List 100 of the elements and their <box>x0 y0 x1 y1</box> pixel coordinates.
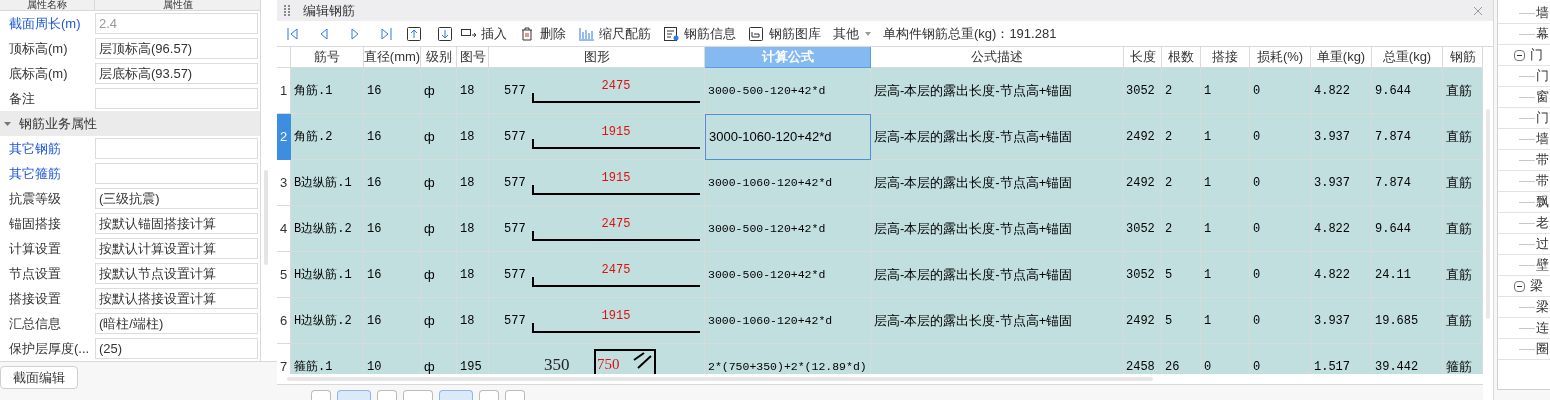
property-label: 搭接设置 <box>8 289 62 308</box>
toolbar-button[interactable]: 钢筋信息 <box>663 23 736 44</box>
dimension-label: 577 <box>504 128 527 146</box>
tree-item[interactable]: 带 <box>1536 150 1549 170</box>
tree-item[interactable]: 幕 <box>1536 24 1549 44</box>
property-label: 保护层厚度(... <box>8 339 91 358</box>
dimension-label: 2475 <box>601 216 631 231</box>
dimension-label: 750 <box>597 357 620 372</box>
tree-item[interactable]: 圈 <box>1536 339 1549 359</box>
section-edit-button[interactable]: 截面编辑 <box>0 366 78 390</box>
property-label: 顶标高(m) <box>8 39 69 58</box>
tree-item[interactable]: 过 <box>1536 234 1549 254</box>
hook-icon <box>632 352 652 370</box>
toolbar-button[interactable]: 钢筋图库 <box>748 23 821 44</box>
dimension-label: 577 <box>504 174 527 192</box>
dimension-label: 350 <box>544 355 571 374</box>
row-number[interactable]: 5 <box>277 252 291 298</box>
property-field[interactable]: 按默认锚固搭接计算 <box>95 213 258 234</box>
collapse-arrow-icon[interactable] <box>4 121 11 126</box>
more-menu[interactable]: 其他 <box>833 23 871 44</box>
move-up-button[interactable] <box>405 24 423 43</box>
dimension-label: 577 <box>504 220 527 238</box>
property-label: 汇总信息 <box>8 314 62 333</box>
toolbar-button[interactable] <box>311 390 331 400</box>
toolbar-button[interactable]: 插入 <box>460 23 507 44</box>
property-field[interactable]: (三级抗震) <box>95 188 258 209</box>
total-weight-label: 单构件钢筋总重(kg)：191.281 <box>883 24 1057 43</box>
row-number[interactable]: 1 <box>277 68 291 114</box>
drag-handle-icon[interactable] <box>284 4 290 17</box>
dimension-label: 1915 <box>601 170 631 185</box>
property-field[interactable]: 层底标高(93.57) <box>95 63 258 84</box>
last-record-icon <box>378 25 394 42</box>
collapse-icon[interactable] <box>1514 280 1525 292</box>
close-icon <box>1473 5 1483 16</box>
toolbar-button[interactable]: 删除 <box>519 23 566 44</box>
dimension-label: 577 <box>504 266 527 284</box>
dimension-label: 577 <box>504 312 527 330</box>
row-number[interactable]: 7 <box>277 344 291 374</box>
property-label: 其它钢筋 <box>8 139 62 158</box>
dimension-label: 1915 <box>601 308 631 323</box>
tree-item[interactable]: 墙 <box>1536 3 1549 23</box>
property-label: 备注 <box>8 89 36 108</box>
dimension-label: 2475 <box>601 262 631 277</box>
tree-item[interactable]: 梁 <box>1530 276 1543 296</box>
toolbar-button[interactable] <box>479 390 499 400</box>
group-header[interactable]: 钢筋业务属性 <box>0 111 260 136</box>
toolbar-button[interactable] <box>439 390 473 400</box>
tree-item[interactable]: 壁 <box>1536 255 1549 275</box>
property-label: 其它箍筋 <box>8 164 62 183</box>
tree-item[interactable]: 带 <box>1536 171 1549 191</box>
window-title: 编辑钢筋 <box>303 1 355 20</box>
move-up-icon <box>406 25 422 42</box>
tree-item[interactable]: 梁 <box>1536 297 1549 317</box>
property-label: 截面周长(m) <box>8 14 82 33</box>
tree-item[interactable]: 老 <box>1536 213 1549 233</box>
tree-item[interactable]: 飘 <box>1536 192 1549 212</box>
tree-item[interactable]: 门 <box>1530 45 1543 65</box>
dimension-label: 2475 <box>601 78 631 93</box>
column-header: 属性名称 <box>0 0 95 10</box>
property-field[interactable] <box>95 163 258 184</box>
image-icon <box>748 25 765 42</box>
property-field[interactable]: (25) <box>95 338 258 359</box>
group-label: 钢筋业务属性 <box>19 114 97 133</box>
tree-item[interactable]: 门 <box>1536 108 1549 128</box>
move-down-button[interactable] <box>436 24 454 43</box>
property-label: 锚固搭接 <box>8 214 62 233</box>
ruler-icon <box>578 25 595 42</box>
toolbar-button[interactable]: 缩尺配筋 <box>578 23 651 44</box>
dimension-label: 1915 <box>601 124 631 139</box>
property-label: 计算设置 <box>8 239 62 258</box>
formula-input[interactable]: 3000-1060-120+42*d <box>705 114 871 160</box>
property-field[interactable] <box>95 138 258 159</box>
toolbar-button[interactable] <box>403 390 433 400</box>
collapse-icon[interactable] <box>1514 49 1525 61</box>
property-field[interactable]: 层顶标高(96.57) <box>95 38 258 59</box>
property-field[interactable]: 按默认节点设置计算 <box>95 263 258 284</box>
first-record-icon <box>285 25 301 42</box>
toolbar-button[interactable] <box>377 390 397 400</box>
column-header: 属性值 <box>161 0 194 10</box>
tree-item[interactable]: 窗 <box>1536 87 1549 107</box>
dimension-label: 577 <box>504 82 527 100</box>
dropdown-caret-icon <box>865 31 871 36</box>
property-field[interactable] <box>95 88 258 109</box>
toolbar-button[interactable] <box>337 390 371 400</box>
toolbar-button[interactable] <box>505 390 525 400</box>
row-number[interactable]: 6 <box>277 298 291 344</box>
property-field[interactable]: (暗柱/端柱) <box>95 313 258 334</box>
move-down-icon <box>437 25 453 42</box>
row-number[interactable]: 4 <box>277 206 291 252</box>
property-label: 节点设置 <box>8 264 62 283</box>
property-field[interactable]: 按默认搭接设置计算 <box>95 288 258 309</box>
list-icon <box>663 25 680 42</box>
tree-item[interactable]: 墙 <box>1536 129 1549 149</box>
row-number[interactable]: 3 <box>277 160 291 206</box>
property-label: 抗震等级 <box>8 189 62 208</box>
tree-item[interactable]: 连 <box>1536 318 1549 338</box>
tree-item[interactable]: 门 <box>1536 66 1549 86</box>
property-label: 底标高(m) <box>8 64 69 83</box>
table-cell: 3000-500-120+42*d <box>705 68 871 114</box>
property-field[interactable]: 按默认计算设置计算 <box>95 238 258 259</box>
